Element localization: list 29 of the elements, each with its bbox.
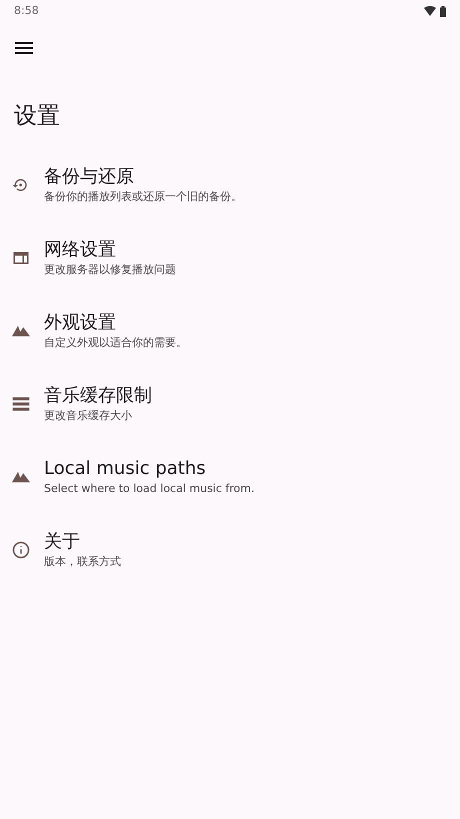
item-title: 音乐缓存限制: [44, 384, 152, 408]
landscape-icon: [12, 470, 30, 482]
item-title: 关于: [44, 530, 81, 554]
window-icon: [12, 250, 30, 266]
item-subtitle: Select where to load local music from.: [44, 481, 254, 496]
settings-item[interactable]: 关于 版本，联系方式: [0, 516, 460, 589]
item-subtitle: 更改音乐缓存大小: [44, 408, 133, 423]
settings-item[interactable]: Local music paths Select where to load local music from.: [0, 443, 460, 516]
item-subtitle: 备份你的播放列表或还原一个旧的备份。: [44, 189, 242, 204]
item-subtitle: 自定义外观以适合你的需要。: [44, 335, 187, 350]
info-icon: [12, 540, 30, 558]
item-title: Local music paths: [44, 457, 207, 481]
settings-item[interactable]: 网络设置 更改服务器以修复播放问题: [0, 224, 460, 297]
item-subtitle: 更改服务器以修复播放问题: [44, 262, 176, 277]
storage-icon: [12, 396, 30, 412]
page-title: 设置: [14, 102, 61, 131]
item-title: 网络设置: [44, 238, 117, 262]
item-subtitle: 版本，联系方式: [44, 554, 121, 569]
landscape-icon: [12, 324, 30, 336]
settings-item[interactable]: 外观设置 自定义外观以适合你的需要。: [0, 297, 460, 370]
menu-icon: [15, 42, 33, 54]
settings-item[interactable]: 备份与还原 备份你的播放列表或还原一个旧的备份。: [0, 151, 460, 224]
settings-item[interactable]: 音乐缓存限制 更改音乐缓存大小: [0, 370, 460, 443]
status-time: 8:58: [14, 2, 39, 19]
battery-icon: [440, 6, 446, 16]
restore-icon: [12, 176, 28, 192]
item-title: 外观设置: [44, 311, 117, 335]
wifi-icon: [424, 6, 436, 16]
item-title: 备份与还原: [44, 165, 135, 189]
